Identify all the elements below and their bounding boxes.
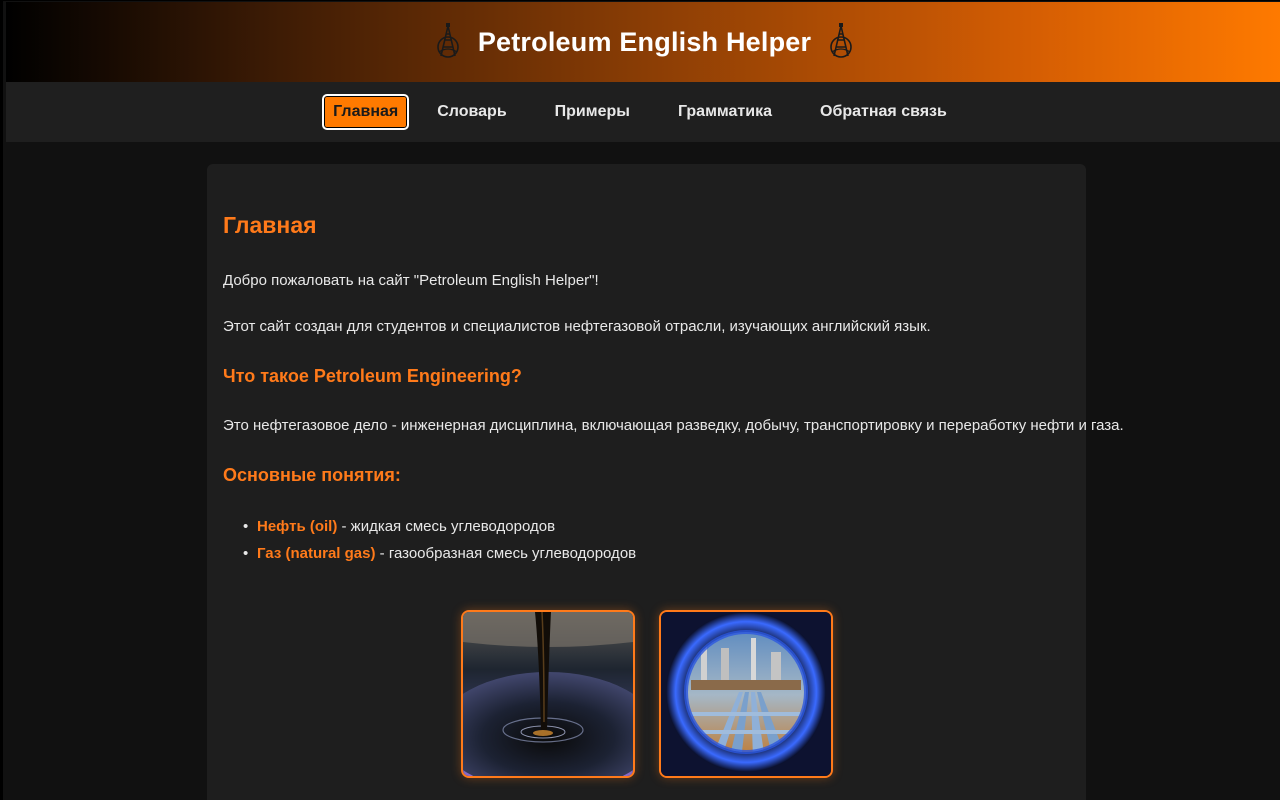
bullet: • — [243, 545, 249, 562]
nav-item-examples[interactable]: Примеры — [535, 95, 650, 129]
bullet: • — [243, 518, 249, 535]
concepts-list: • Нефть (oil) - жидкая смесь углеводородо… — [243, 516, 636, 570]
what-is-heading: Что такое Petroleum Engineering? — [223, 366, 522, 386]
concepts-heading: Основные понятия: — [223, 465, 401, 485]
site-header: Petroleum English Helper — [6, 2, 1280, 82]
gas-image — [659, 610, 833, 778]
list-item: • Нефть (oil) - жидкая смесь углеводородо… — [243, 516, 636, 543]
oil-image — [461, 610, 635, 778]
nav-item-dictionary[interactable]: Словарь — [417, 95, 526, 129]
term-gas: Газ (natural gas) — [257, 545, 376, 562]
content-panel: Главная Добро пожаловать на сайт "Petrol… — [207, 164, 1124, 800]
image-gallery — [461, 610, 833, 778]
term-oil: Нефть (oil) — [257, 518, 338, 535]
site-title: Petroleum English Helper — [477, 26, 812, 57]
term-oil-definition: - жидкая смесь углеводородов — [337, 518, 556, 535]
nav-item-home[interactable]: Главная — [322, 94, 410, 130]
header-title-wrap: Petroleum English Helper — [436, 22, 853, 62]
list-item: • Газ (natural gas) - газообразная смесь … — [243, 543, 636, 570]
nav-item-grammar[interactable]: Грамматика — [658, 95, 792, 129]
page-frame: Petroleum English Helper Главная Словарь… — [0, 0, 1280, 800]
what-is-text: Это нефтегазовое дело - инженерная дисци… — [223, 417, 1124, 434]
oil-rig-icon — [436, 22, 460, 62]
intro-text: Этот сайт создан для студентов и специал… — [223, 318, 931, 335]
nav-list: Главная Словарь Примеры Грамматика Обрат… — [322, 94, 967, 130]
page-title: Главная — [223, 212, 317, 238]
oil-rig-icon — [829, 22, 853, 62]
nav-item-feedback[interactable]: Обратная связь — [800, 95, 967, 129]
main-nav: Главная Словарь Примеры Грамматика Обрат… — [6, 82, 1280, 142]
term-gas-definition: - газообразная смесь углеводородов — [375, 545, 637, 562]
welcome-text: Добро пожаловать на сайт "Petroleum Engl… — [223, 272, 599, 289]
